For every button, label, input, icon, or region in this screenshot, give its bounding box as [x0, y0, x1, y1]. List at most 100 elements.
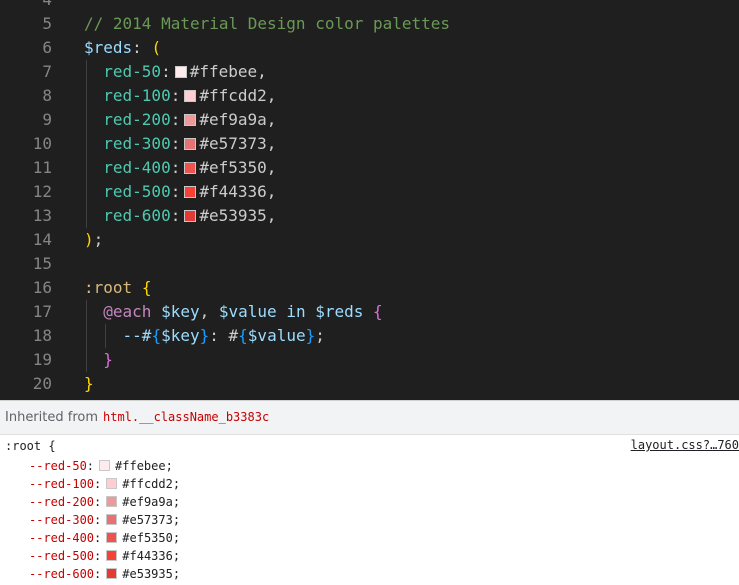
code-content: // 2014 Material Design color palettes: [84, 12, 450, 36]
code-line[interactable]: 12 red-500: #f44336,: [0, 180, 739, 204]
color-swatch[interactable]: [184, 90, 197, 102]
css-colon: :: [94, 567, 102, 581]
code-line[interactable]: 15: [0, 252, 739, 276]
code-content: red-100: #ffcdd2,: [84, 84, 276, 108]
color-swatch[interactable]: [184, 114, 197, 126]
css-property-name[interactable]: --red-200: [29, 495, 94, 509]
code-content: $reds: (: [84, 36, 161, 60]
line-number: 19: [32, 350, 52, 369]
css-property-name[interactable]: --red-50: [29, 459, 87, 473]
color-swatch[interactable]: [106, 568, 118, 579]
css-declaration[interactable]: --red-500: #f44336;: [29, 547, 180, 565]
color-swatch[interactable]: [184, 186, 197, 198]
code-token: :: [170, 158, 181, 177]
code-token: $reds: [84, 38, 133, 57]
code-line[interactable]: 5 // 2014 Material Design color palettes: [0, 12, 739, 36]
color-swatch[interactable]: [106, 496, 118, 507]
css-property-name[interactable]: --red-100: [29, 477, 94, 491]
rule-selector[interactable]: :root {: [5, 437, 56, 455]
css-property-name[interactable]: --red-500: [29, 549, 94, 563]
line-number: 18: [32, 326, 52, 345]
color-swatch[interactable]: [184, 162, 197, 174]
color-swatch[interactable]: [106, 514, 118, 525]
code-token: red-200: [84, 110, 171, 129]
css-property-value[interactable]: #f44336;: [122, 549, 180, 563]
code-content: );: [84, 228, 103, 252]
css-property-value[interactable]: #ef5350;: [122, 531, 180, 545]
css-declaration[interactable]: --red-50: #ffebee;: [29, 457, 173, 475]
line-number: 12: [32, 182, 52, 201]
css-colon: :: [94, 513, 102, 527]
color-swatch[interactable]: [99, 460, 111, 471]
code-token: : #: [209, 326, 239, 345]
css-property-name[interactable]: --red-300: [29, 513, 94, 527]
css-declaration[interactable]: --red-200: #ef9a9a;: [29, 493, 180, 511]
code-line[interactable]: 18 --#{$key}: #{$value};: [0, 324, 739, 348]
code-token: #ffcdd2: [199, 86, 267, 105]
code-line[interactable]: 6 $reds: (: [0, 36, 739, 60]
css-declaration[interactable]: --red-300: #e57373;: [29, 511, 180, 529]
inherited-class[interactable]: .__className_b3383c: [132, 410, 269, 424]
code-content: :root {: [84, 276, 151, 300]
css-property-value[interactable]: #e57373;: [122, 513, 180, 527]
code-content: red-600: #e53935,: [84, 204, 276, 228]
code-token: ;: [93, 230, 104, 249]
css-declaration[interactable]: --red-600: #e53935;: [29, 565, 180, 583]
color-swatch[interactable]: [184, 138, 197, 150]
color-swatch[interactable]: [106, 532, 118, 543]
code-token: @each: [84, 302, 152, 321]
code-line[interactable]: 19 }: [0, 348, 739, 372]
code-line[interactable]: 4: [0, 0, 739, 12]
code-line[interactable]: 13 red-600: #e53935,: [0, 204, 739, 228]
color-swatch[interactable]: [174, 66, 187, 78]
code-line[interactable]: 9 red-200: #ef9a9a,: [0, 108, 739, 132]
css-declaration[interactable]: --red-400: #ef5350;: [29, 529, 180, 547]
css-property-value[interactable]: #e53935;: [122, 567, 180, 581]
code-content: red-200: #ef9a9a,: [84, 108, 276, 132]
code-token: red-500: [84, 182, 171, 201]
line-number: 17: [32, 302, 52, 321]
code-line[interactable]: 20}: [0, 372, 739, 396]
code-token: #f44336: [199, 182, 267, 201]
color-swatch[interactable]: [106, 478, 118, 489]
css-property-name[interactable]: --red-600: [29, 567, 94, 581]
code-line[interactable]: 11 red-400: #ef5350,: [0, 156, 739, 180]
css-property-value[interactable]: #ef9a9a;: [122, 495, 180, 509]
code-token: ;: [315, 326, 325, 345]
line-number: 20: [32, 374, 52, 393]
indent-guide: [86, 60, 87, 228]
code-token: $key: [161, 326, 200, 345]
code-line[interactable]: 14);: [0, 228, 739, 252]
code-line[interactable]: 8 red-100: #ffcdd2,: [0, 84, 739, 108]
code-token: {: [373, 302, 383, 321]
stylesheet-source-link[interactable]: layout.css?…760: [631, 438, 739, 452]
code-line[interactable]: 7 red-50: #ffebee,: [0, 60, 739, 84]
code-line[interactable]: 17 @each $key, $value in $reds {: [0, 300, 739, 324]
code-token: ,: [266, 110, 277, 129]
code-line[interactable]: 10 red-300: #e57373,: [0, 132, 739, 156]
code-token: $reds: [315, 302, 364, 321]
code-token: {: [238, 326, 248, 345]
code-token: :: [161, 62, 171, 81]
code-editor[interactable]: 4 5 // 2014 Material Design color palettes…: [0, 0, 739, 400]
code-token: }: [84, 350, 113, 369]
css-property-name[interactable]: --red-400: [29, 531, 94, 545]
css-property-value[interactable]: #ffebee;: [115, 459, 173, 473]
code-content: red-400: #ef5350,: [84, 156, 276, 180]
line-number: 7: [42, 62, 52, 81]
color-swatch[interactable]: [106, 550, 118, 561]
line-number: 9: [42, 110, 52, 129]
line-number: 16: [32, 278, 52, 297]
css-property-value[interactable]: #ffcdd2;: [122, 477, 180, 491]
inherited-tag[interactable]: html: [103, 410, 132, 424]
color-swatch[interactable]: [184, 210, 197, 222]
code-token: }: [84, 374, 94, 393]
inherited-selector-link[interactable]: html.__className_b3383c: [103, 410, 269, 424]
code-token: }: [305, 326, 316, 345]
css-declaration[interactable]: --red-100: #ffcdd2;: [29, 475, 180, 493]
line-number: 5: [42, 14, 52, 33]
code-line[interactable]: 16 :root {: [0, 276, 739, 300]
